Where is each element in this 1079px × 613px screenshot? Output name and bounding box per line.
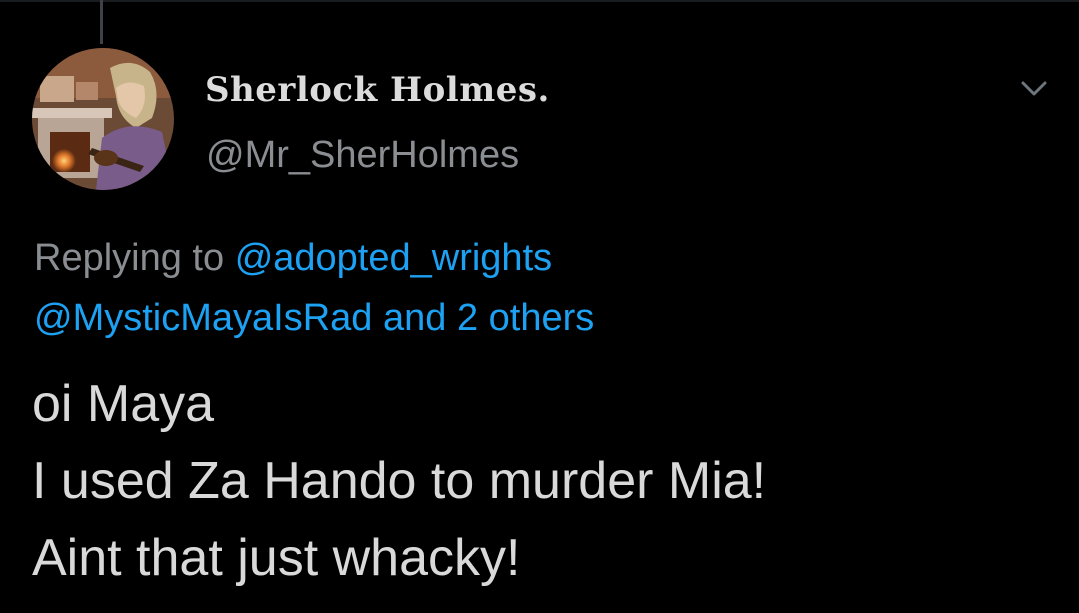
replying-to-line: Replying to @adopted_wrights @MysticMaya… (34, 228, 1044, 348)
tweet-body: oi Maya I used Za Hando to murder Mia! A… (32, 366, 1052, 597)
chevron-down-icon[interactable] (1014, 74, 1054, 104)
mention-mysticmayaisrad[interactable]: @MysticMayaIsRad (34, 297, 372, 339)
reply-others-link[interactable]: 2 others (457, 297, 594, 339)
avatar-image (32, 48, 174, 190)
thread-connector-line (100, 0, 103, 44)
avatar[interactable] (32, 48, 174, 190)
user-handle[interactable]: @Mr_SherHolmes (206, 134, 519, 177)
mention-adopted-wrights[interactable]: @adopted_wrights (235, 237, 552, 279)
replying-line-2: @MysticMayaIsRad and 2 others (34, 288, 1044, 348)
tweet-line-1: oi Maya (32, 375, 215, 433)
top-divider (0, 0, 1079, 2)
reply-connector[interactable]: and (383, 297, 446, 339)
tweet-line-2: I used Za Hando to murder Mia! (32, 452, 767, 510)
replying-prefix: Replying to (34, 237, 225, 279)
tweet-line-3: Aint that just whacky! (32, 529, 521, 587)
display-name[interactable]: Sherlock Holmes. (205, 70, 550, 110)
